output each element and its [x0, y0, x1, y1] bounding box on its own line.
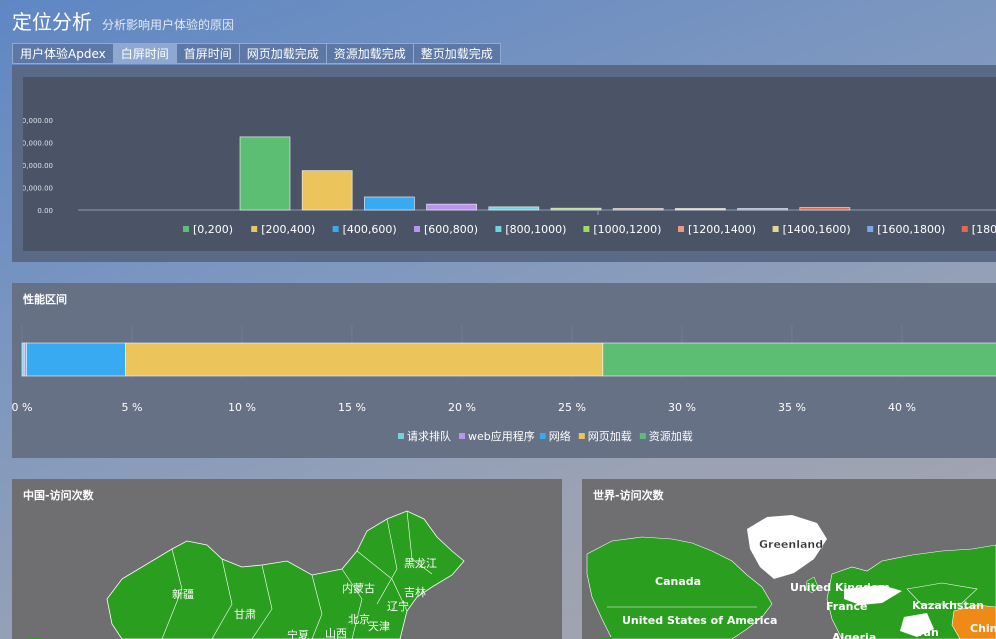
china-map[interactable]: 新疆 甘肃 内蒙古 黑龙江 吉林 辽宁 北京 天津 山西 宁夏 [12, 479, 562, 639]
distribution-chart-area: 0.00 10,000.00 20,000.00 30,000.00 40,000.00… [17, 77, 996, 251]
legend-label: [0,200) [193, 223, 233, 236]
y-tick-label: 40,000.00 [23, 117, 53, 125]
y-tick-label: 10,000.00 [23, 185, 53, 193]
tab-page-load[interactable]: 网页加载完成 [238, 43, 327, 64]
legend-swatch [772, 226, 779, 232]
x-tick-label: 35 % [778, 401, 806, 414]
tab-apdex[interactable]: 用户体验Apdex [12, 43, 114, 64]
y-tick-label: 30,000.00 [23, 140, 53, 148]
legend-swatch [578, 433, 585, 439]
legend-swatch [583, 226, 590, 232]
bar [239, 136, 291, 211]
china-label-beijing: 北京 [348, 612, 370, 626]
world-map-panel: 世界-访问次数 Greenland Canada United States o… [582, 479, 996, 639]
world-label-algeria: Algeria [832, 631, 876, 639]
distribution-bar-chart: 0.00 10,000.00 20,000.00 30,000.00 40,000.00… [17, 117, 996, 236]
tab-resource-load[interactable]: 资源加载完成 [325, 43, 414, 64]
legend-label: [1800,+∞) [972, 223, 996, 236]
china-label-liaoning: 辽宁 [387, 599, 409, 613]
bar [488, 206, 540, 211]
page-header: 定位分析 分析影响用户体验的原因 [12, 6, 234, 35]
performance-panel: 性能区间 0 %5 %10 %15 %20 %25 %30 %35 %40 %4… [12, 283, 996, 458]
world-label-usa: United States of America [622, 614, 777, 627]
x-tick-label: 40 % [888, 401, 916, 414]
tab-first-screen[interactable]: 首屏时间 [175, 43, 240, 64]
stack-segment [602, 342, 996, 377]
world-label-iran: Iran [914, 626, 939, 639]
x-tick-label: 5 % [122, 401, 143, 414]
x-tick-label: 30 % [668, 401, 696, 414]
bar [675, 208, 726, 211]
legend-label: 网页加载 [588, 430, 632, 443]
legend-label: [1000,1200) [593, 223, 661, 236]
china-label-gansu: 甘肃 [234, 608, 256, 621]
bar [550, 207, 602, 211]
legend-label: [200,400) [261, 223, 315, 236]
china-map-panel: 中国-访问次数 新疆 甘肃 内蒙古 黑龙江 吉林 辽宁 北京 天津 山西 宁夏 [12, 479, 562, 639]
legend-label: [1600,1800) [877, 223, 945, 236]
legend-swatch [332, 226, 339, 232]
world-label-kazakhstan: Kazakhstan [912, 599, 984, 612]
metric-tabs: 用户体验Apdex 白屏时间 首屏时间 网页加载完成 资源加载完成 整页加载完成 [12, 43, 501, 64]
legend-label: [600,800) [424, 223, 478, 236]
legend-label: [1200,1400) [688, 223, 756, 236]
legend-label: 请求排队 [407, 429, 451, 443]
legend-swatch [459, 433, 465, 439]
stack-segment [25, 342, 126, 377]
bar [363, 196, 415, 211]
legend-swatch [414, 226, 420, 232]
legend-swatch [639, 433, 646, 439]
performance-stacked-chart: 0 %5 %10 %15 %20 %25 %30 %35 %40 %45 %50… [12, 325, 996, 443]
page-subtitle: 分析影响用户体验的原因 [102, 18, 235, 32]
china-label-xinjiang: 新疆 [172, 587, 194, 601]
legend-swatch [961, 226, 968, 232]
y-tick-label: 20,000.00 [23, 162, 53, 170]
bar [426, 203, 478, 211]
y-tick-label: 0.00 [37, 207, 53, 215]
china-label-heilongjiang: 黑龙江 [404, 557, 437, 570]
tab-white-screen[interactable]: 白屏时间 [112, 43, 177, 64]
world-label-uk: United Kingdom [790, 581, 890, 594]
legend-swatch [183, 226, 189, 232]
x-tick-label: 10 % [228, 401, 256, 414]
x-tick-label: 20 % [448, 401, 476, 414]
china-label-ningxia: 宁夏 [287, 628, 309, 639]
stack-segment [125, 342, 604, 377]
china-label-tianjin: 天津 [368, 620, 390, 633]
distribution-panel: 0.00 10,000.00 20,000.00 30,000.00 40,000.00… [12, 65, 996, 262]
world-label-france: France [826, 600, 867, 613]
legend-swatch [495, 226, 502, 232]
bar [612, 208, 664, 211]
legend-swatch [398, 433, 404, 439]
china-label-jilin: 吉林 [404, 585, 426, 599]
bar [799, 207, 851, 211]
x-tick-label: 15 % [338, 401, 366, 414]
bar [737, 208, 788, 211]
world-label-canada: Canada [655, 575, 701, 588]
tab-full-page-load[interactable]: 整页加载完成 [412, 43, 501, 64]
world-label-greenland: Greenland [759, 538, 823, 551]
china-label-shanxi: 山西 [325, 627, 347, 639]
page-title: 定位分析 [12, 10, 92, 34]
legend-swatch [251, 226, 258, 232]
legend-swatch [678, 226, 684, 232]
legend-label: 网络 [549, 429, 571, 443]
china-label-neimenggu: 内蒙古 [342, 581, 375, 595]
china-map-shape [106, 510, 465, 639]
bar [301, 170, 353, 211]
legend-swatch [867, 226, 874, 232]
legend-label: 资源加载 [649, 429, 693, 443]
world-label-china: China [970, 622, 996, 635]
world-map[interactable]: Greenland Canada United States of Americ… [582, 479, 996, 639]
x-tick-label: 25 % [558, 401, 586, 414]
legend-label: [400,600) [343, 223, 397, 236]
legend-label: [1400,1600) [783, 223, 851, 236]
legend-label: [800,1000) [505, 223, 566, 236]
legend-label: web应用程序 [468, 429, 535, 443]
legend-swatch [539, 433, 546, 439]
x-tick-label: 0 % [12, 401, 32, 414]
